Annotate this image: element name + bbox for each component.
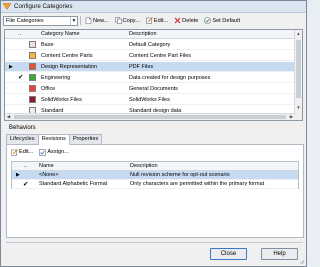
column-header-category-name[interactable]: Category Name xyxy=(41,31,80,37)
scroll-down-icon[interactable]: ▼ xyxy=(295,104,302,112)
category-description: Content Centre Part Files xyxy=(129,53,192,59)
category-color-swatch xyxy=(29,96,36,103)
copy-label: Copy... xyxy=(122,17,140,24)
close-button[interactable]: Close xyxy=(210,248,247,260)
category-color-swatch xyxy=(29,52,36,59)
revision-scheme-grid[interactable]: .. Name Description ▶ <None> Null revision… xyxy=(11,161,299,189)
set-default-icon xyxy=(204,17,212,24)
revision-scheme-description: Null revision scheme for opt-out scenari… xyxy=(130,172,230,178)
category-row[interactable]: SolidWorks Files SolidWorks Files xyxy=(5,95,295,105)
category-row[interactable]: ▶ Design Representation PDF Files xyxy=(5,62,295,72)
category-description: PDF Files xyxy=(129,64,154,70)
column-header-default[interactable]: .. xyxy=(18,31,21,37)
footer-divider xyxy=(6,242,303,243)
category-vertical-scrollbar[interactable]: ▲ ▼ xyxy=(294,30,302,120)
row-pointer-icon: ▶ xyxy=(9,64,13,70)
behaviors-tabs: Lifecycles Revisions Properties xyxy=(6,134,103,145)
edit-button[interactable]: Edit... xyxy=(144,16,170,26)
revision-scheme-name: Standard Alphabetic Format xyxy=(39,181,108,187)
chevron-down-icon[interactable]: ▼ xyxy=(70,16,77,25)
category-row[interactable]: ✔ Engineering Data created for design purp… xyxy=(5,73,295,83)
category-row[interactable]: Base Default Category xyxy=(5,40,295,50)
category-toolbar: File Categories ▼ New... Copy... Edit... xyxy=(3,15,305,26)
category-description: Data created for design purposes xyxy=(129,75,211,81)
category-color-swatch xyxy=(29,63,36,70)
revision-grid-header: .. Name Description xyxy=(12,162,298,171)
configure-categories-dialog: Configure Categories File Categories ▼ N… xyxy=(0,0,307,267)
tab-lifecycles[interactable]: Lifecycles xyxy=(6,134,39,144)
revisions-toolbar: Edit... Assign... xyxy=(9,147,71,157)
delete-label: Delete xyxy=(182,17,199,24)
tab-revisions[interactable]: Revisions xyxy=(37,134,70,145)
edit-icon xyxy=(146,17,153,24)
checkmark-icon: ✔ xyxy=(18,74,24,81)
set-default-label: Set Default xyxy=(212,17,241,24)
category-name: SolidWorks Files xyxy=(41,97,82,103)
revision-scheme-row[interactable]: ✔ Standard Alphabetic Format Only characte… xyxy=(12,180,298,189)
scrollbar-thumb[interactable] xyxy=(14,115,286,119)
column-header-name[interactable]: Name xyxy=(39,163,54,169)
set-default-button[interactable]: Set Default xyxy=(202,16,242,26)
copy-icon xyxy=(114,17,122,24)
delete-button[interactable]: Delete xyxy=(172,16,200,26)
category-type-value: File Categories xyxy=(6,17,44,24)
column-header-description[interactable]: Description xyxy=(130,163,158,169)
category-name: Design Representation xyxy=(41,64,97,70)
category-row[interactable]: Content Centre Parts Content Centre Part … xyxy=(5,51,295,61)
row-pointer-icon: ▶ xyxy=(16,172,20,178)
delete-icon xyxy=(174,17,181,24)
category-description: Default Category xyxy=(129,42,171,48)
checkmark-icon: ✔ xyxy=(23,181,29,188)
assign-icon xyxy=(39,148,47,156)
category-description: SolidWorks Files xyxy=(129,97,170,103)
category-type-combo[interactable]: File Categories ▼ xyxy=(3,15,78,26)
scrollbar-thumb[interactable] xyxy=(296,40,301,98)
column-header-description[interactable]: Description xyxy=(129,31,157,37)
toolbar-divider xyxy=(80,16,81,25)
panel-splitter[interactable] xyxy=(1,121,306,124)
new-button[interactable]: New... xyxy=(83,16,111,26)
category-row[interactable]: Office General Documents xyxy=(5,84,295,94)
behavior-edit-label: Edit... xyxy=(19,149,34,155)
new-label: New... xyxy=(93,17,109,24)
tab-properties[interactable]: Properties xyxy=(68,134,103,144)
category-grid-header: .. Category Name Description xyxy=(5,30,295,39)
copy-button[interactable]: Copy... xyxy=(113,16,142,26)
scroll-up-icon[interactable]: ▲ xyxy=(295,30,302,38)
revisions-tab-panel: Edit... Assign... .. Name Description ▶ <… xyxy=(6,144,304,238)
resize-grip-icon[interactable] xyxy=(299,259,305,265)
category-color-swatch xyxy=(29,85,36,92)
title-bar[interactable]: Configure Categories xyxy=(1,1,306,13)
new-icon xyxy=(85,17,92,24)
category-name: Office xyxy=(41,86,56,92)
assign-label: Assign... xyxy=(47,149,69,155)
category-description: General Documents xyxy=(129,86,178,92)
scroll-left-icon[interactable]: ◀ xyxy=(5,113,12,120)
category-color-swatch xyxy=(29,74,36,81)
behaviors-label: Behaviors xyxy=(9,125,36,131)
assign-button[interactable]: Assign... xyxy=(37,147,70,157)
window-title: Configure Categories xyxy=(14,3,73,10)
edit-label: Edit... xyxy=(153,17,169,24)
category-color-swatch xyxy=(29,41,36,48)
category-name: Engineering xyxy=(41,75,71,81)
revision-scheme-description: Only characters are permitted within the… xyxy=(130,181,265,187)
revision-scheme-row[interactable]: ▶ <None> Null revision scheme for opt-out … xyxy=(12,171,298,180)
scroll-right-icon[interactable]: ▶ xyxy=(288,113,295,120)
category-name: Base xyxy=(41,42,54,48)
help-button[interactable]: Help xyxy=(261,248,298,260)
revision-scheme-name: <None> xyxy=(39,172,59,178)
column-header-marker[interactable]: .. xyxy=(24,163,27,169)
behavior-edit-button[interactable]: Edit... xyxy=(9,147,35,157)
category-grid[interactable]: .. Category Name Description Base Default… xyxy=(4,29,303,121)
configure-icon xyxy=(3,3,11,10)
category-name: Content Centre Parts xyxy=(41,53,93,59)
edit-icon xyxy=(11,148,18,156)
category-horizontal-scrollbar[interactable]: ◀ ▶ xyxy=(5,113,296,120)
